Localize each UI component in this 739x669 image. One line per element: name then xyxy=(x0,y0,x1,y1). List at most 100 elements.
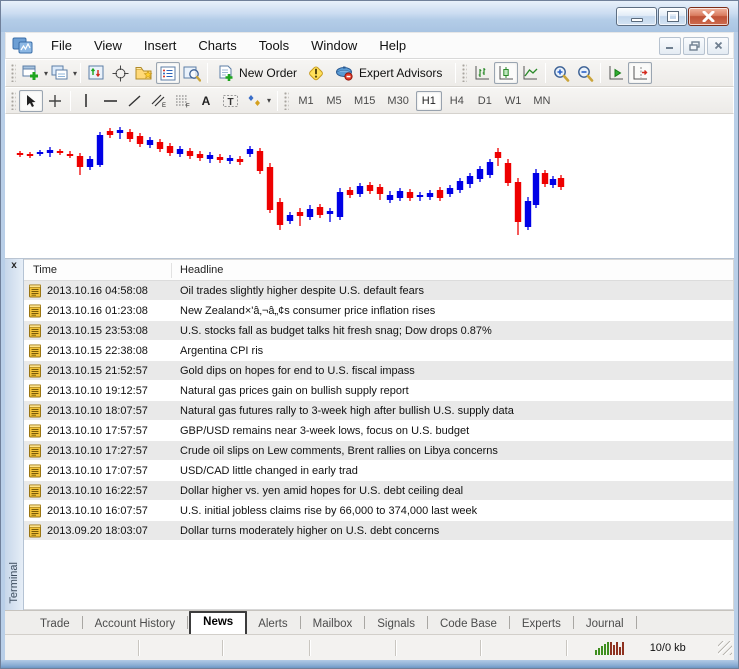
equidistant-channel-tool-button[interactable]: E xyxy=(146,90,170,112)
tab-mailbox[interactable]: Mailbox xyxy=(302,615,364,634)
favorites-button[interactable] xyxy=(132,62,156,84)
candle xyxy=(106,128,114,138)
candlestick-chart xyxy=(16,127,565,235)
news-row[interactable]: 2013.10.10 16:07:57 U.S. initial jobless … xyxy=(24,501,733,521)
tab-trade[interactable]: Trade xyxy=(29,615,81,634)
news-item-icon xyxy=(29,384,41,397)
news-time: 2013.10.10 16:07:57 xyxy=(47,504,148,517)
news-row[interactable]: 2013.10.15 21:52:57 Gold dips on hopes fo… xyxy=(24,361,733,381)
menu-tools[interactable]: Tools xyxy=(248,34,300,57)
terminal-close-button[interactable]: x xyxy=(8,261,21,274)
market-watch-button[interactable] xyxy=(156,62,181,84)
timeframe-m30-button[interactable]: M30 xyxy=(382,91,413,111)
fibonacci-tool-button[interactable]: F xyxy=(170,90,194,112)
news-row[interactable]: 2013.09.20 18:03:07 Dollar turns moderate… xyxy=(24,521,733,541)
tab-code-base[interactable]: Code Base xyxy=(429,615,508,634)
toolbar-grip[interactable] xyxy=(284,91,290,110)
close-button[interactable] xyxy=(688,7,729,26)
tick-chart-button[interactable] xyxy=(84,62,108,84)
bar-chart-mode-button[interactable] xyxy=(470,62,494,84)
tab-separator xyxy=(364,616,366,629)
toolbar-separator xyxy=(545,63,547,83)
toolbar-grip[interactable] xyxy=(462,64,468,82)
news-row[interactable]: 2013.10.15 23:53:08 U.S. stocks fall as b… xyxy=(24,321,733,341)
new-order-icon xyxy=(219,65,233,81)
menu-insert[interactable]: Insert xyxy=(133,34,188,57)
news-row[interactable]: 2013.10.15 22:38:08 Argentina CPI ris xyxy=(24,341,733,361)
mdi-restore-icon xyxy=(688,40,700,51)
chart-minimize-button[interactable] xyxy=(659,36,681,55)
tab-signals[interactable]: Signals xyxy=(366,615,426,634)
title-bar[interactable] xyxy=(1,1,738,32)
new-chart-button[interactable] xyxy=(19,62,43,84)
text-label-tool-button[interactable]: T xyxy=(218,90,242,112)
resize-grip[interactable] xyxy=(718,640,733,655)
news-row[interactable]: 2013.10.10 17:27:57 Crude oil slips on Le… xyxy=(24,441,733,461)
tab-separator xyxy=(572,616,574,629)
crosshair-tool-button[interactable] xyxy=(108,62,132,84)
important-notice-button[interactable] xyxy=(304,62,328,84)
zoom-in-button[interactable] xyxy=(549,62,573,84)
news-item-icon xyxy=(29,284,41,297)
arrows-tool-button[interactable] xyxy=(242,90,266,112)
chart-close-button[interactable] xyxy=(707,36,729,55)
tick-chart-icon xyxy=(88,65,104,80)
news-row[interactable]: 2013.10.10 17:07:57 USD/CAD little change… xyxy=(24,461,733,481)
timeframe-m1-button[interactable]: M1 xyxy=(293,91,319,111)
timeframe-h4-button[interactable]: H4 xyxy=(444,91,470,111)
news-row[interactable]: 2013.10.10 19:12:57 Natural gas prices ga… xyxy=(24,381,733,401)
vertical-line-tool-button[interactable] xyxy=(74,90,98,112)
new-order-button[interactable]: New Order xyxy=(211,62,304,84)
profiles-dropdown[interactable]: ▾ xyxy=(73,69,77,78)
tab-news[interactable]: News xyxy=(189,611,248,634)
news-row[interactable]: 2013.10.16 01:23:08 New Zealand×'â‚¬â„¢s … xyxy=(24,301,733,321)
timeframe-h1-button[interactable]: H1 xyxy=(415,90,442,111)
arrows-dropdown[interactable]: ▾ xyxy=(267,96,271,105)
horizontal-line-tool-button[interactable] xyxy=(98,90,122,112)
news-headline: Argentina CPI ris xyxy=(180,344,264,357)
news-row[interactable]: 2013.10.10 16:22:57 Dollar higher vs. yen… xyxy=(24,481,733,501)
tab-experts[interactable]: Experts xyxy=(511,615,572,634)
candle xyxy=(216,154,224,163)
news-row[interactable]: 2013.10.16 04:58:08 Oil trades slightly h… xyxy=(24,281,733,301)
tab-alerts[interactable]: Alerts xyxy=(247,615,298,634)
menu-file[interactable]: File xyxy=(40,34,83,57)
timeframe-m15-button[interactable]: M15 xyxy=(349,91,380,111)
minimize-button[interactable] xyxy=(616,7,657,26)
expert-advisors-button[interactable]: Expert Advisors xyxy=(328,62,449,84)
trendline-tool-button[interactable] xyxy=(122,90,146,112)
toolbar-grip[interactable] xyxy=(11,91,16,110)
chart-restore-button[interactable] xyxy=(683,36,705,55)
toolbar-grip[interactable] xyxy=(11,64,16,82)
menu-view[interactable]: View xyxy=(83,34,133,57)
candle xyxy=(504,159,512,186)
profiles-button[interactable] xyxy=(48,62,72,84)
tab-account-history[interactable]: Account History xyxy=(84,615,187,634)
line-chart-mode-button[interactable] xyxy=(518,62,542,84)
candle xyxy=(66,151,74,158)
text-tool-button[interactable]: A xyxy=(194,90,218,112)
zoom-out-button[interactable] xyxy=(573,62,597,84)
timeframe-w1-button[interactable]: W1 xyxy=(500,91,527,111)
menu-help[interactable]: Help xyxy=(368,34,417,57)
tab-journal[interactable]: Journal xyxy=(575,615,635,634)
price-chart[interactable] xyxy=(5,114,734,259)
restore-icon xyxy=(666,11,679,22)
restore-button[interactable] xyxy=(658,7,687,26)
text-tool-icon: A xyxy=(201,93,211,108)
auto-scroll-button[interactable] xyxy=(604,62,628,84)
menu-window[interactable]: Window xyxy=(300,34,368,57)
timeframe-d1-button[interactable]: D1 xyxy=(472,91,498,111)
menu-charts[interactable]: Charts xyxy=(187,34,247,57)
cursor-tool-button[interactable] xyxy=(19,89,43,112)
news-row[interactable]: 2013.10.10 18:07:57 Natural gas futures r… xyxy=(24,401,733,421)
news-row[interactable]: 2013.10.10 17:57:57 GBP/USD remains near … xyxy=(24,421,733,441)
timeframe-mn-button[interactable]: MN xyxy=(528,91,555,111)
navigator-button[interactable] xyxy=(180,62,204,84)
chart-shift-button[interactable] xyxy=(628,62,653,84)
candle xyxy=(256,148,264,174)
candlestick-mode-button[interactable] xyxy=(494,62,519,84)
news-item-icon xyxy=(29,464,41,477)
timeframe-m5-button[interactable]: M5 xyxy=(321,91,347,111)
crosshair-mode-button[interactable] xyxy=(43,90,67,112)
